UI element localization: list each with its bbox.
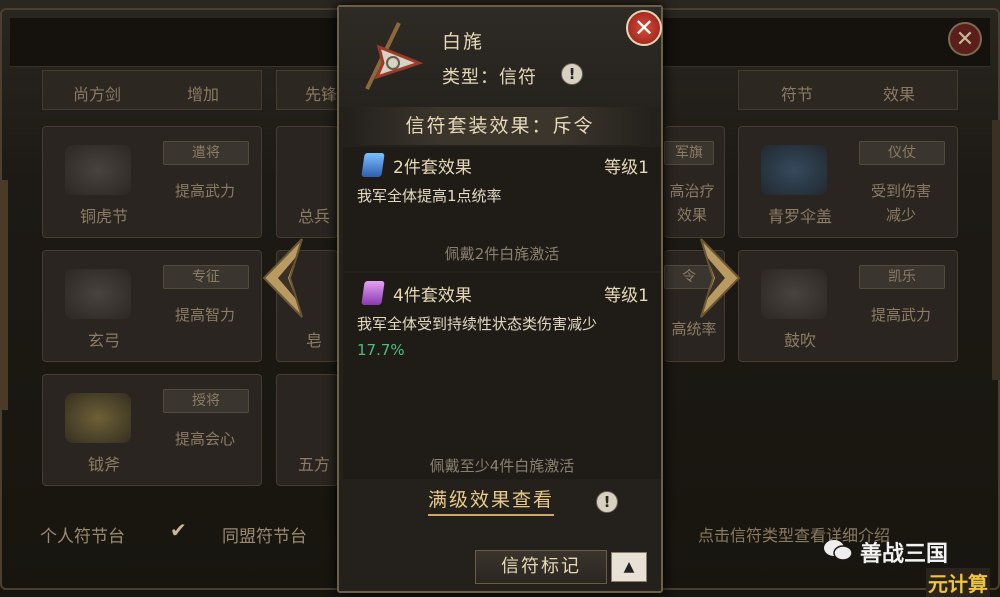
card-tag: 凯乐 <box>859 265 945 289</box>
card-name: 总兵 <box>297 207 330 226</box>
alliance-altar-label: 同盟符节台 <box>222 527 307 547</box>
wechat-icon <box>824 540 853 561</box>
section-desc: 我军全体受到持续性状态类伤害减少 17.7% <box>357 311 637 363</box>
section-desc-text: 我军全体受到持续性状态类伤害减少 <box>357 315 598 333</box>
top-row-card-1[interactable]: 尚方剑 增加 <box>42 70 262 110</box>
axe-icon <box>65 393 131 443</box>
purple-token-icon <box>361 281 385 305</box>
tonghujie-icon <box>65 145 131 195</box>
card-effect: 提高智力 <box>174 306 235 324</box>
card-tonghujie[interactable]: 铜虎节 遣将 提高武力 <box>42 126 262 238</box>
set-section-2: 2件套效果 等级1 我军全体提高1点统率 佩戴2件白旄激活 <box>343 147 661 271</box>
top-row-name: 尚方剑 <box>73 85 122 104</box>
card-tag: 军旗 <box>664 141 714 165</box>
bow-icon <box>65 269 131 319</box>
top-row-effect: 效果 <box>883 85 916 104</box>
card-qingluosangai[interactable]: 青罗伞盖 仪仗 受到伤害 减少 <box>738 126 958 238</box>
card-name: 皂 <box>305 331 322 350</box>
full-effect-info-icon[interactable]: ! <box>596 491 618 513</box>
card-zongbing[interactable]: 总兵 <box>276 126 338 238</box>
collapse-up-icon[interactable]: ▲ <box>611 552 647 582</box>
type-info-icon[interactable]: ! <box>561 63 583 85</box>
section-title: 4件套效果 <box>393 286 472 306</box>
card-guchui[interactable]: 鼓吹 凯乐 提高武力 <box>738 250 958 362</box>
item-detail-panel: 白旄 类型：信符 ! ✕ 信符套装效果：斥令 2件套效果 等级1 我军全体提高1… <box>337 5 663 593</box>
left-edge-decor <box>0 180 8 410</box>
umbrella-icon <box>761 145 827 195</box>
right-edge-decor <box>992 120 1000 380</box>
card-tag: 遣将 <box>163 141 249 165</box>
blue-token-icon <box>361 153 385 177</box>
section-level: 等级1 <box>604 158 649 178</box>
watermark-text: 善战三国 <box>860 542 949 567</box>
top-row-effect: 增加 <box>187 85 220 104</box>
card-name: 青罗伞盖 <box>767 207 832 226</box>
banner-flag-icon <box>365 22 424 90</box>
full-level-effect-button[interactable]: 满级效果查看 <box>428 485 555 516</box>
close-icon[interactable]: ✕ <box>626 10 662 46</box>
personal-altar-label: 个人符节台 <box>40 527 125 547</box>
section-activation: 佩戴至少4件白旄激活 <box>429 457 575 475</box>
item-title: 白旄 <box>442 31 485 53</box>
prev-arrow-icon[interactable] <box>258 235 308 321</box>
card-name: 钺斧 <box>87 455 120 474</box>
card-effect: 提高武力 <box>870 306 931 324</box>
next-arrow-icon[interactable] <box>695 235 745 321</box>
section-desc: 我军全体提高1点统率 <box>357 187 502 205</box>
card-effect: 提高会心 <box>174 430 235 448</box>
section-title: 2件套效果 <box>393 158 472 178</box>
card-name: 鼓吹 <box>783 331 816 350</box>
card-wufang[interactable]: 五方 <box>276 374 338 486</box>
personal-altar-checkbox[interactable]: ✔ <box>170 518 192 542</box>
top-row-name: 先锋 <box>305 85 338 104</box>
top-row-card-2[interactable]: 先锋 <box>276 70 338 110</box>
card-tag: 授将 <box>163 389 249 413</box>
card-effect: 高治疗 效果 <box>669 182 715 224</box>
card-name: 五方 <box>297 455 330 474</box>
token-mark-button[interactable]: 信符标记 <box>475 550 607 584</box>
watermark-badge: 元计算 <box>926 568 990 597</box>
section-desc-value: 17.7% <box>357 341 405 359</box>
card-xuangong[interactable]: 玄弓 专征 提高智力 <box>42 250 262 362</box>
top-row-tag: 符节 <box>781 85 814 104</box>
section-level: 等级1 <box>604 286 649 306</box>
card-tag: 专征 <box>163 265 249 289</box>
panel-header: 白旄 类型：信符 ! <box>339 7 661 107</box>
set-section-4: 4件套效果 等级1 我军全体受到持续性状态类伤害减少 17.7% 佩戴至少4件白旄… <box>343 273 661 479</box>
card-yuefu[interactable]: 钺斧 授将 提高会心 <box>42 374 262 486</box>
card-effect: 受到伤害 减少 <box>870 182 931 224</box>
card-tag: 仪仗 <box>859 141 945 165</box>
set-effect-title: 信符套装效果：斥令 <box>349 107 651 145</box>
top-row-card-4[interactable]: 符节 效果 <box>738 70 958 110</box>
card-name: 玄弓 <box>87 331 120 350</box>
item-type: 类型：信符 <box>442 67 537 88</box>
section-activation: 佩戴2件白旄激活 <box>444 245 560 263</box>
card-junqi[interactable]: 军旗 高治疗 效果 <box>664 126 725 238</box>
drum-icon <box>761 269 827 319</box>
window-close-icon[interactable]: ✕ <box>948 22 982 56</box>
card-effect: 提高武力 <box>174 182 235 200</box>
card-name: 铜虎节 <box>79 207 128 226</box>
